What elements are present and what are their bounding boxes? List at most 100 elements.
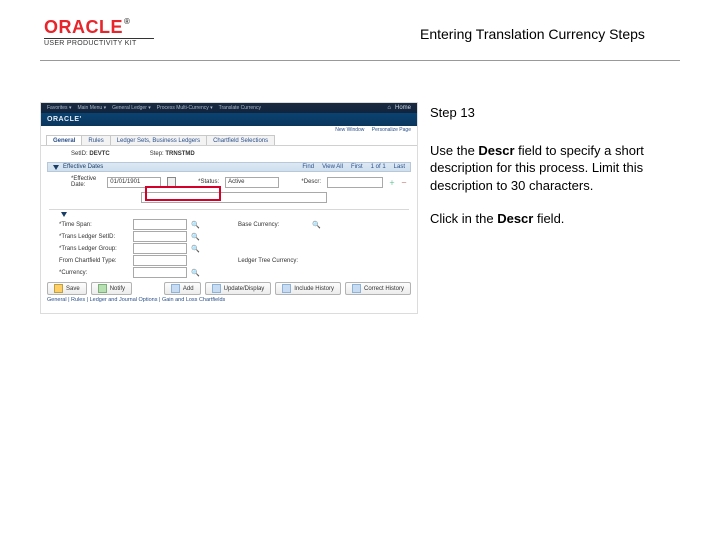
personalize-link[interactable]: Personalize Page bbox=[372, 127, 411, 133]
tgroup-input[interactable] bbox=[133, 243, 187, 254]
timespan-input[interactable] bbox=[133, 219, 187, 230]
notify-button-label: Notify bbox=[110, 286, 125, 292]
correct-button[interactable]: Correct History bbox=[345, 282, 411, 295]
step-label: Step 13 bbox=[430, 104, 670, 122]
tab-chartfield[interactable]: Chartfield Selections bbox=[206, 135, 275, 145]
instruction-para-1: Use the Descr field to specify a short d… bbox=[430, 142, 670, 195]
app-screenshot: Favorites ▾ Main Menu ▾ General Ledger ▾… bbox=[40, 102, 418, 314]
acct-label: From Chartfield Type: bbox=[59, 258, 129, 264]
lookup-icon[interactable]: 🔍 bbox=[191, 221, 200, 229]
tset-input[interactable] bbox=[133, 231, 187, 242]
utility-links: New Window Personalize Page bbox=[41, 126, 417, 133]
tab-rules[interactable]: Rules bbox=[81, 135, 110, 145]
instruction-panel: Step 13 Use the Descr field to specify a… bbox=[430, 104, 670, 244]
lvl-label: Ledger Tree Currency: bbox=[238, 258, 308, 264]
form-row-1: *Effective Date: 01/01/1901 *Status: Act… bbox=[41, 174, 417, 190]
update-button[interactable]: Update/Display bbox=[205, 282, 272, 295]
cell-tset: *Trans Ledger SetID: 🔍 bbox=[59, 231, 230, 242]
setid-label: SetID: bbox=[71, 151, 88, 157]
setid-pair: SetID: DEVTC bbox=[71, 151, 110, 157]
section-tools: Find View All First 1 of 1 Last bbox=[302, 164, 405, 170]
highlight-box bbox=[145, 186, 221, 201]
tool-count: 1 of 1 bbox=[371, 164, 386, 170]
currency-label: *Currency: bbox=[59, 270, 129, 276]
status-select[interactable]: Active bbox=[225, 177, 279, 188]
lookup-icon[interactable]: 🔍 bbox=[191, 245, 200, 253]
correct-button-label: Correct History bbox=[364, 286, 404, 292]
p2-post: field. bbox=[533, 211, 564, 226]
cell-tgroup: *Trans Ledger Group: 🔍 bbox=[59, 243, 230, 254]
stepid-value: TRNSTMD bbox=[165, 151, 194, 157]
tool-first[interactable]: First bbox=[351, 164, 363, 170]
section-effective-dates: Effective Dates Find View All First 1 of… bbox=[47, 162, 411, 172]
cell-currency: *Currency: 🔍 bbox=[59, 267, 230, 278]
section-title: Effective Dates bbox=[63, 164, 103, 170]
add-button-label: Add bbox=[183, 286, 194, 292]
remove-icon[interactable]: － bbox=[401, 178, 407, 187]
upk-label: USER PRODUCTIVITY KIT bbox=[44, 40, 154, 47]
timespan-label: *Time Span: bbox=[59, 222, 129, 228]
tab-ledger-sets[interactable]: Ledger Sets, Business Ledgers bbox=[110, 135, 207, 145]
logo-divider bbox=[44, 38, 154, 39]
crumb-main[interactable]: Main Menu ▾ bbox=[77, 105, 106, 111]
oracle-logo: ORACLE® bbox=[44, 18, 154, 36]
cell-timespan: *Time Span: 🔍 bbox=[59, 219, 230, 230]
effdate-label: *Effective Date: bbox=[71, 176, 101, 188]
p2-bold: Descr bbox=[497, 211, 533, 226]
include-button-label: Include History bbox=[294, 286, 334, 292]
cell-basecurrency: Base Currency: 🔍 bbox=[238, 219, 409, 230]
app-brand-bar: ORACLE' bbox=[41, 113, 417, 126]
tab-strip: General Rules Ledger Sets, Business Ledg… bbox=[41, 133, 417, 146]
step-pair: Step: TRNSTMD bbox=[150, 151, 195, 157]
header-rule bbox=[40, 60, 680, 61]
page-title: Entering Translation Currency Steps bbox=[420, 26, 645, 42]
lookup-icon[interactable]: 🔍 bbox=[312, 221, 321, 229]
breadcrumb: Favorites ▾ Main Menu ▾ General Ledger ▾… bbox=[47, 105, 387, 111]
p1-pre: Use the bbox=[430, 143, 478, 158]
add-icon[interactable]: ＋ bbox=[389, 178, 395, 187]
acct-input[interactable] bbox=[133, 255, 187, 266]
brand-block: ORACLE® USER PRODUCTIVITY KIT bbox=[44, 18, 154, 47]
registered-mark: ® bbox=[124, 17, 130, 26]
stepid-label: Step: bbox=[150, 151, 164, 157]
home-icon[interactable]: ⌂ bbox=[387, 105, 391, 111]
cell-acct: From Chartfield Type: bbox=[59, 255, 230, 266]
p1-bold: Descr bbox=[478, 143, 514, 158]
notify-button[interactable]: Notify bbox=[91, 282, 132, 295]
tgroup-label: *Trans Ledger Group: bbox=[59, 246, 129, 252]
tool-viewall[interactable]: View All bbox=[322, 164, 343, 170]
add-button[interactable]: Add bbox=[164, 282, 201, 295]
basecurrency-label: Base Currency: bbox=[238, 222, 308, 228]
breadcrumb-bar: Favorites ▾ Main Menu ▾ General Ledger ▾… bbox=[41, 103, 417, 113]
form-row-2 bbox=[41, 190, 417, 205]
crumb-multi[interactable]: Process Multi-Currency ▾ bbox=[157, 105, 213, 111]
id-line: SetID: DEVTC Step: TRNSTMD bbox=[41, 146, 417, 160]
save-button[interactable]: Save bbox=[47, 282, 87, 295]
oracle-logo-text: ORACLE bbox=[44, 17, 123, 37]
crumb-favorites[interactable]: Favorites ▾ bbox=[47, 105, 71, 111]
crumb-translate[interactable]: Translate Currency bbox=[219, 105, 261, 111]
p2-pre: Click in the bbox=[430, 211, 497, 226]
tool-find[interactable]: Find bbox=[302, 164, 314, 170]
home-link[interactable]: Home bbox=[395, 105, 411, 111]
currency-input[interactable] bbox=[133, 267, 187, 278]
divider bbox=[49, 209, 409, 210]
button-row: Save Notify Add Update/Display Include H… bbox=[41, 278, 417, 297]
footer-links[interactable]: General | Rules | Ledger and Journal Opt… bbox=[41, 297, 417, 305]
lower-grid: *Time Span: 🔍 Base Currency: 🔍 *Trans Le… bbox=[41, 219, 417, 278]
lookup-icon[interactable]: 🔍 bbox=[191, 269, 200, 277]
descr-input[interactable] bbox=[327, 177, 383, 188]
lookup-icon[interactable]: 🔍 bbox=[191, 233, 200, 241]
new-window-link[interactable]: New Window bbox=[335, 127, 364, 133]
save-button-label: Save bbox=[66, 286, 80, 292]
crumb-gl[interactable]: General Ledger ▾ bbox=[112, 105, 151, 111]
include-button[interactable]: Include History bbox=[275, 282, 341, 295]
instruction-para-2: Click in the Descr field. bbox=[430, 210, 670, 228]
collapse-icon[interactable] bbox=[53, 165, 59, 170]
descr-label: *Descr: bbox=[301, 179, 321, 185]
setid-value: DEVTC bbox=[89, 151, 109, 157]
update-button-label: Update/Display bbox=[224, 286, 265, 292]
tool-last[interactable]: Last bbox=[394, 164, 405, 170]
tab-general[interactable]: General bbox=[46, 135, 82, 145]
cell-lvl: Ledger Tree Currency: bbox=[238, 255, 409, 266]
